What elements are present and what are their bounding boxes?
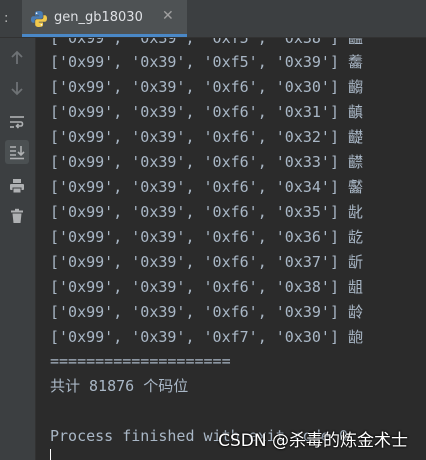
editor-tab-bar: : gen_gb18030 ✕ <box>0 0 426 38</box>
up-arrow-icon[interactable] <box>5 46 29 70</box>
console-summary: 共计 81876 个码位 <box>50 377 189 395</box>
down-arrow-icon[interactable] <box>5 76 29 100</box>
soft-wrap-icon[interactable] <box>5 110 29 134</box>
console-line: ['0x99', '0x39', '0xf6', '0x30'] 齺 <box>50 78 364 96</box>
console-toolbar <box>0 38 36 460</box>
csdn-watermark: CSDN @杀毒的炼金术士 <box>218 431 408 451</box>
console-line: ['0x99', '0x39', '0xf6', '0x34'] 齾 <box>50 178 364 196</box>
console-line: ['0x99', '0x39', '0xf6', '0x35'] 龀 <box>50 203 364 221</box>
console-line: ['0x99', '0x39', '0xf7', '0x30'] 龅 <box>50 328 364 346</box>
tab-gen-gb18030[interactable]: gen_gb18030 ✕ <box>22 0 187 37</box>
console-output: ['0x99', '0x39', '0xf5', '0x38'] 齸 ['0x9… <box>50 38 426 460</box>
console-line: ['0x99', '0x39', '0xf6', '0x39'] 龄 <box>50 303 364 321</box>
console-line: ['0x99', '0x39', '0xf6', '0x31'] 齻 <box>50 103 364 121</box>
console-line: ['0x99', '0x39', '0xf5', '0x39'] 齹 <box>50 53 364 71</box>
tab-title: gen_gb18030 <box>54 10 143 25</box>
scroll-to-end-icon[interactable] <box>5 140 29 164</box>
console-separator: ==================== <box>50 352 231 370</box>
console-line: ['0x99', '0x39', '0xf6', '0x32'] 齼 <box>50 128 364 146</box>
console-line: ['0x99', '0x39', '0xf6', '0x38'] 龃 <box>50 278 364 296</box>
print-icon[interactable] <box>5 174 29 198</box>
console-line: ['0x99', '0x39', '0xf6', '0x37'] 龂 <box>50 253 364 271</box>
console-line: ['0x99', '0x39', '0xf6', '0x33'] 齽 <box>50 153 364 171</box>
tab-bar-prefix: : <box>4 11 9 26</box>
python-icon <box>31 11 47 27</box>
close-icon[interactable]: ✕ <box>162 8 174 24</box>
text-cursor <box>50 449 51 460</box>
trash-icon[interactable] <box>5 204 29 228</box>
console-line: ['0x99', '0x39', '0xf6', '0x36'] 龁 <box>50 228 364 246</box>
